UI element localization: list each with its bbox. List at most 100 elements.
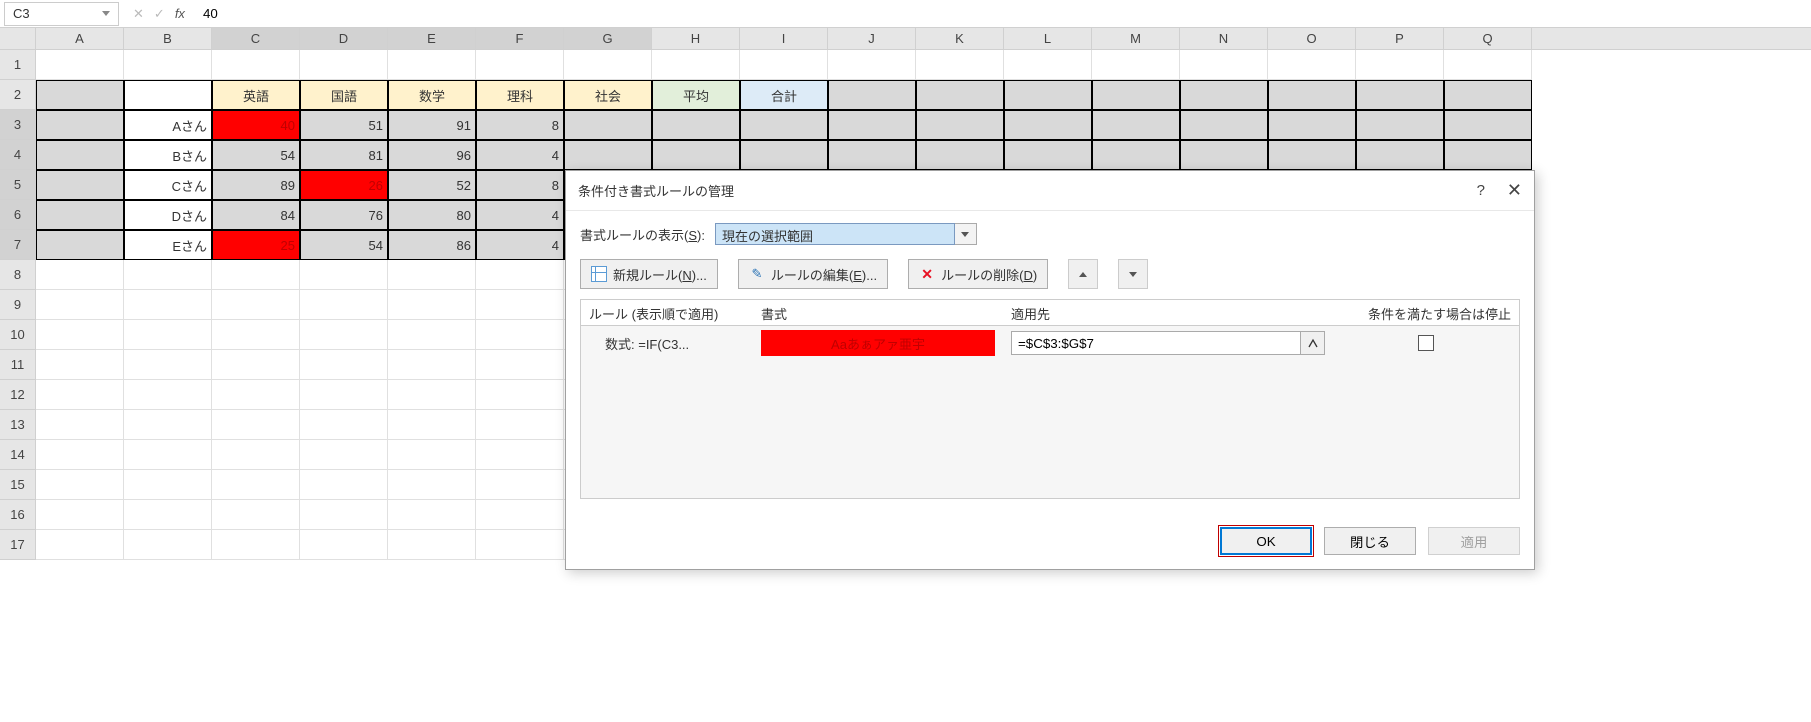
cell[interactable] bbox=[1004, 110, 1092, 140]
cell[interactable]: 52 bbox=[388, 170, 476, 200]
cell[interactable] bbox=[36, 200, 124, 230]
column-header[interactable]: P bbox=[1356, 28, 1444, 49]
cell[interactable] bbox=[652, 140, 740, 170]
cell[interactable] bbox=[1004, 140, 1092, 170]
cell[interactable] bbox=[1004, 50, 1092, 80]
cell[interactable]: 84 bbox=[212, 200, 300, 230]
cell[interactable]: 76 bbox=[300, 200, 388, 230]
cell[interactable]: 理科 bbox=[476, 80, 564, 110]
cell[interactable] bbox=[36, 380, 124, 410]
cell[interactable]: 合計 bbox=[740, 80, 828, 110]
cell[interactable] bbox=[1180, 140, 1268, 170]
select-all-corner[interactable] bbox=[0, 28, 36, 49]
cell[interactable] bbox=[1268, 80, 1356, 110]
cell[interactable] bbox=[916, 50, 1004, 80]
cell[interactable] bbox=[1004, 80, 1092, 110]
cell[interactable]: 86 bbox=[388, 230, 476, 260]
row-header[interactable]: 2 bbox=[0, 80, 36, 110]
cell[interactable] bbox=[740, 50, 828, 80]
cell[interactable]: 英語 bbox=[212, 80, 300, 110]
cell[interactable] bbox=[1092, 50, 1180, 80]
cell[interactable] bbox=[1444, 110, 1532, 140]
row-header[interactable]: 7 bbox=[0, 230, 36, 260]
column-header[interactable]: D bbox=[300, 28, 388, 49]
cell[interactable] bbox=[476, 380, 564, 410]
cell[interactable] bbox=[740, 140, 828, 170]
cell[interactable]: 25 bbox=[212, 230, 300, 260]
cell[interactable] bbox=[300, 410, 388, 440]
row-header[interactable]: 16 bbox=[0, 500, 36, 530]
cell[interactable]: 国語 bbox=[300, 80, 388, 110]
cell[interactable] bbox=[36, 230, 124, 260]
cell[interactable] bbox=[1356, 80, 1444, 110]
column-header[interactable]: Q bbox=[1444, 28, 1532, 49]
column-header[interactable]: O bbox=[1268, 28, 1356, 49]
row-header[interactable]: 11 bbox=[0, 350, 36, 380]
cell[interactable] bbox=[388, 530, 476, 560]
row-header[interactable]: 8 bbox=[0, 260, 36, 290]
cell[interactable]: 96 bbox=[388, 140, 476, 170]
cell[interactable] bbox=[828, 80, 916, 110]
cell[interactable] bbox=[476, 290, 564, 320]
cell[interactable] bbox=[1444, 80, 1532, 110]
cell[interactable] bbox=[1356, 140, 1444, 170]
column-header[interactable]: F bbox=[476, 28, 564, 49]
apply-button[interactable]: 適用 bbox=[1428, 527, 1520, 555]
cell[interactable]: 4 bbox=[476, 200, 564, 230]
cell[interactable]: 40 bbox=[212, 110, 300, 140]
stop-if-true-checkbox[interactable] bbox=[1418, 335, 1434, 351]
column-header[interactable]: L bbox=[1004, 28, 1092, 49]
cell[interactable] bbox=[212, 320, 300, 350]
cell[interactable] bbox=[1268, 110, 1356, 140]
cell[interactable]: 54 bbox=[300, 230, 388, 260]
column-header[interactable]: K bbox=[916, 28, 1004, 49]
cell[interactable] bbox=[36, 440, 124, 470]
cell[interactable] bbox=[828, 140, 916, 170]
cell[interactable] bbox=[1356, 110, 1444, 140]
column-header[interactable]: H bbox=[652, 28, 740, 49]
close-icon[interactable]: ✕ bbox=[1507, 180, 1522, 201]
cell[interactable] bbox=[212, 350, 300, 380]
cell[interactable] bbox=[388, 260, 476, 290]
cell[interactable]: Aさん bbox=[124, 110, 212, 140]
cell[interactable] bbox=[124, 50, 212, 80]
cell[interactable] bbox=[124, 440, 212, 470]
column-header[interactable]: A bbox=[36, 28, 124, 49]
enter-icon[interactable]: ✓ bbox=[154, 6, 165, 22]
formula-input[interactable] bbox=[195, 6, 1811, 21]
cell[interactable] bbox=[828, 110, 916, 140]
cell[interactable] bbox=[476, 530, 564, 560]
cell[interactable] bbox=[36, 350, 124, 380]
cell[interactable]: 社会 bbox=[564, 80, 652, 110]
cell[interactable] bbox=[1092, 110, 1180, 140]
cell[interactable] bbox=[1268, 50, 1356, 80]
cell[interactable] bbox=[212, 440, 300, 470]
cell[interactable] bbox=[124, 80, 212, 110]
column-header[interactable]: E bbox=[388, 28, 476, 49]
cell[interactable] bbox=[36, 140, 124, 170]
column-header[interactable]: C bbox=[212, 28, 300, 49]
cell[interactable] bbox=[36, 290, 124, 320]
cell[interactable] bbox=[212, 50, 300, 80]
cell[interactable] bbox=[300, 50, 388, 80]
delete-rule-button[interactable]: ✕ ルールの削除(D) bbox=[908, 259, 1048, 289]
column-header[interactable]: J bbox=[828, 28, 916, 49]
cell[interactable]: 81 bbox=[300, 140, 388, 170]
row-header[interactable]: 17 bbox=[0, 530, 36, 560]
cell[interactable] bbox=[476, 50, 564, 80]
cell[interactable] bbox=[124, 410, 212, 440]
row-header[interactable]: 9 bbox=[0, 290, 36, 320]
cell[interactable] bbox=[36, 530, 124, 560]
column-header[interactable]: N bbox=[1180, 28, 1268, 49]
cell[interactable]: 54 bbox=[212, 140, 300, 170]
row-header[interactable]: 14 bbox=[0, 440, 36, 470]
cell[interactable]: Dさん bbox=[124, 200, 212, 230]
chevron-down-icon[interactable] bbox=[955, 223, 977, 245]
row-header[interactable]: 12 bbox=[0, 380, 36, 410]
cell[interactable] bbox=[916, 80, 1004, 110]
cell[interactable] bbox=[388, 290, 476, 320]
cell[interactable] bbox=[652, 50, 740, 80]
cell[interactable]: 4 bbox=[476, 140, 564, 170]
range-picker-icon[interactable] bbox=[1301, 331, 1325, 355]
cell[interactable]: 91 bbox=[388, 110, 476, 140]
